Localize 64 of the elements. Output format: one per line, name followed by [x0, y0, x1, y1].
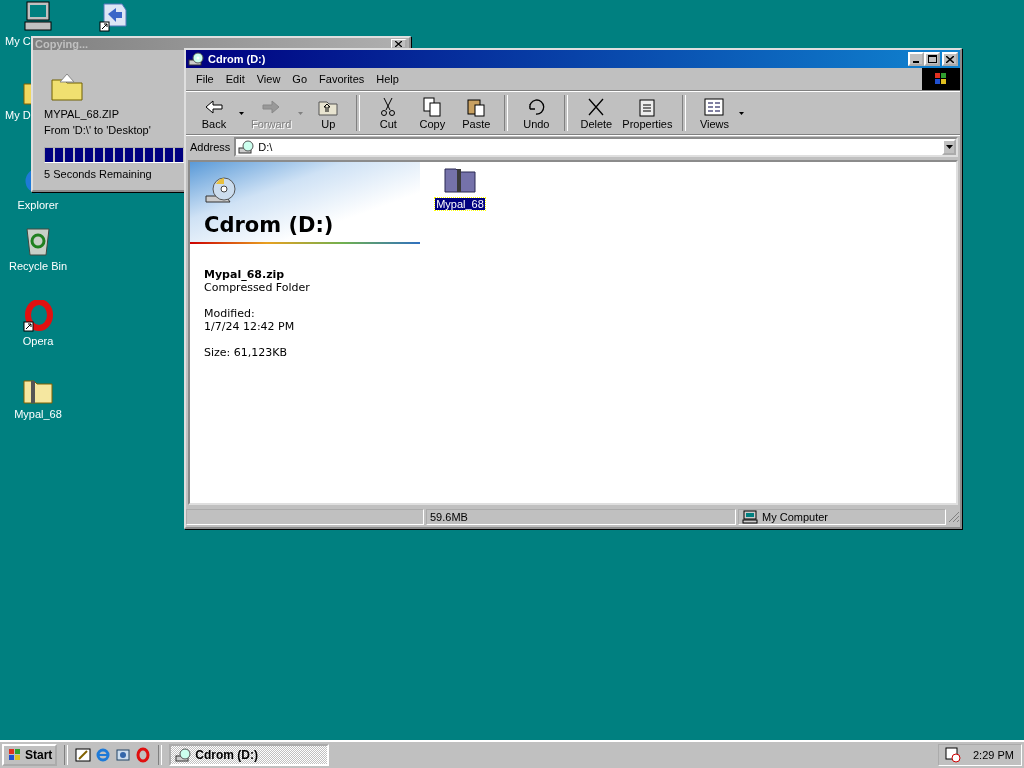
icon-label[interactable]: Explorer: [4, 199, 72, 212]
close-icon: [395, 40, 402, 47]
windows-logo-icon: [7, 748, 23, 762]
delete-button[interactable]: Delete: [574, 94, 619, 132]
time-remaining: 5 Seconds Remaining: [44, 167, 152, 182]
menu-item[interactable]: Go: [286, 73, 314, 85]
properties-button[interactable]: Properties: [618, 94, 677, 132]
cd-drive-icon: [238, 140, 255, 154]
task-button[interactable]: Cdrom (D:): [169, 744, 330, 766]
dropdown-caret-icon[interactable]: [236, 111, 247, 115]
zone-label: My Computer: [762, 511, 829, 523]
clock: 2:29 PM: [973, 749, 1014, 761]
paste-button[interactable]: Paste: [454, 94, 499, 132]
window-title: Cdrom (D:): [208, 53, 267, 65]
status-pane: 59.6MB: [426, 509, 736, 525]
copy-route: From 'D:\' to 'Desktop': [44, 123, 151, 138]
file-type: Compressed Folder: [204, 281, 311, 294]
maximize-icon: [927, 55, 937, 63]
copy-button[interactable]: Copy: [410, 94, 455, 132]
icon-label[interactable]: Recycle Bin: [4, 260, 72, 273]
menu-item[interactable]: View: [250, 73, 287, 85]
clipboard-icon: [465, 96, 488, 117]
opera-icon[interactable]: [22, 300, 54, 332]
copy-icon: [421, 96, 444, 117]
list-icon: [703, 96, 726, 117]
views-button[interactable]: Views: [692, 94, 737, 132]
menu-item[interactable]: Help: [370, 73, 405, 85]
menu-item[interactable]: Favorites: [313, 73, 371, 85]
computer-icon[interactable]: [23, 0, 53, 32]
modified-date: 1/7/24 12:42 PM: [204, 320, 296, 333]
minimize-button[interactable]: [908, 52, 924, 66]
recycle-bin-icon[interactable]: [23, 225, 53, 257]
drive-heading: Cdrom (D:): [204, 213, 335, 237]
modified-label: Modified:: [204, 307, 256, 320]
computer-icon: [742, 510, 758, 524]
windows-logo-icon: [922, 68, 960, 90]
shortcut-icon[interactable]: [98, 0, 130, 32]
up-button[interactable]: Up: [306, 94, 351, 132]
icon-label[interactable]: Opera: [4, 335, 72, 348]
dropdown-button[interactable]: [942, 139, 956, 155]
cd-drive-icon: [188, 52, 204, 66]
close-icon: [946, 55, 954, 63]
caret-icon: [945, 145, 953, 149]
close-button[interactable]: [942, 52, 958, 66]
address-label: Address: [190, 141, 232, 153]
start-button[interactable]: Start: [2, 744, 58, 766]
file-label[interactable]: Mypal_68: [435, 198, 485, 210]
address-field[interactable]: D:\: [234, 137, 958, 157]
resize-grip-icon[interactable]: [948, 511, 960, 523]
undo-button[interactable]: Undo: [514, 94, 559, 132]
cd-drive-icon: [175, 748, 192, 762]
back-button[interactable]: Back: [192, 94, 236, 132]
file-name: Mypal_68.zip: [204, 268, 286, 281]
folder-icon: [50, 72, 84, 102]
icon-label[interactable]: Mypal_68: [4, 408, 72, 421]
desktop-icon[interactable]: [75, 747, 92, 763]
file-size: Size: 61,123KB: [204, 346, 289, 359]
file-name: MYPAL_68.ZIP: [44, 107, 119, 122]
scheduler-icon[interactable]: [945, 747, 961, 763]
cut-button[interactable]: Cut: [366, 94, 411, 132]
maximize-button[interactable]: [924, 52, 940, 66]
menu-item[interactable]: Edit: [219, 73, 251, 85]
menu-item[interactable]: File: [190, 73, 220, 85]
dialog-title: Copying...: [35, 38, 90, 50]
